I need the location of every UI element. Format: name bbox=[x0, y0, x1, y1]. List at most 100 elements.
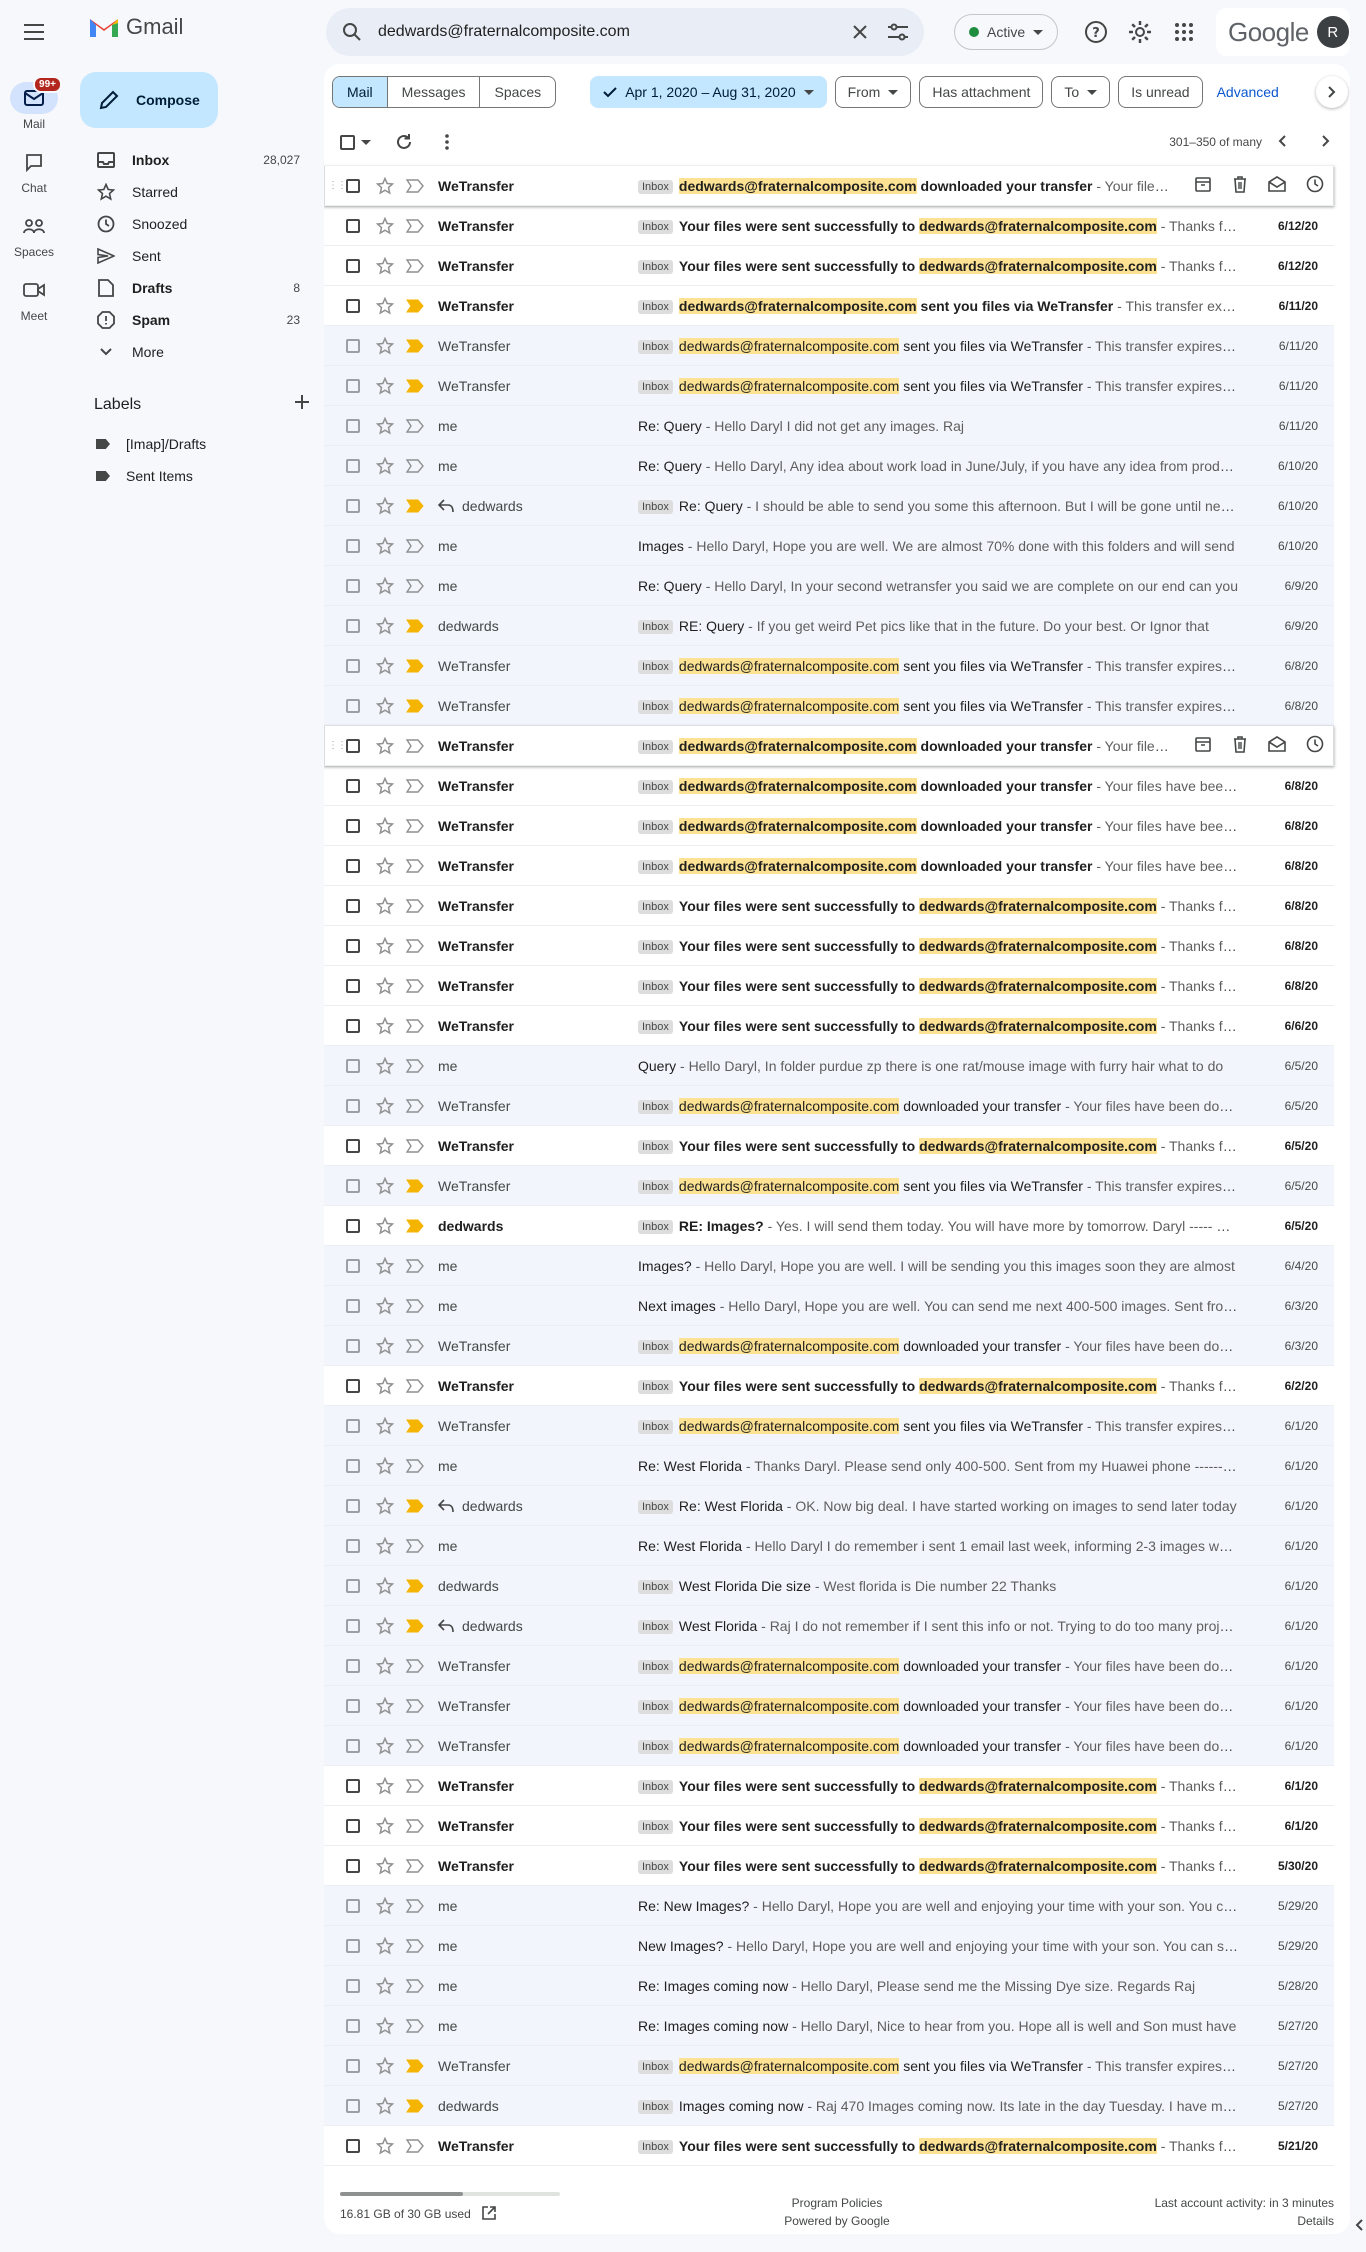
message-row[interactable]: ⋮⋮WeTransferInboxYour files were sent su… bbox=[324, 1006, 1334, 1046]
row-checkbox[interactable] bbox=[346, 1018, 360, 1033]
row-checkbox[interactable] bbox=[346, 1418, 360, 1433]
row-checkbox[interactable] bbox=[346, 1698, 360, 1713]
row-checkbox[interactable] bbox=[346, 1138, 360, 1153]
from-filter-chip[interactable]: From bbox=[834, 76, 912, 108]
search-input[interactable]: dedwards@fraternalcomposite.com bbox=[378, 23, 834, 41]
not-important-marker-icon[interactable] bbox=[406, 1338, 426, 1353]
rail-item-spaces[interactable]: Spaces bbox=[0, 210, 68, 259]
not-important-marker-icon[interactable] bbox=[406, 1978, 426, 1993]
avatar[interactable]: R bbox=[1316, 16, 1349, 48]
message-row[interactable]: ⋮⋮meQuery - Hello Daryl, In folder purdu… bbox=[324, 1046, 1334, 1086]
star-icon[interactable] bbox=[376, 1176, 396, 1195]
row-checkbox[interactable] bbox=[346, 818, 360, 833]
row-checkbox[interactable] bbox=[346, 778, 360, 793]
star-icon[interactable] bbox=[376, 1696, 396, 1715]
rail-item-meet[interactable]: Meet bbox=[0, 274, 68, 323]
not-important-marker-icon[interactable] bbox=[406, 1698, 426, 1713]
message-row[interactable]: ⋮⋮WeTransferInboxdedwards@fraternalcompo… bbox=[324, 2046, 1334, 2086]
message-row[interactable]: ⋮⋮meImages - Hello Daryl, Hope you are w… bbox=[324, 526, 1334, 566]
add-label-icon[interactable] bbox=[294, 394, 310, 415]
message-row[interactable]: ⋮⋮dedwardsInboxRE: Images? - Yes. I will… bbox=[324, 1206, 1334, 1246]
row-checkbox[interactable] bbox=[346, 2098, 360, 2113]
star-icon[interactable] bbox=[376, 1496, 396, 1515]
star-icon[interactable] bbox=[376, 1136, 396, 1155]
star-icon[interactable] bbox=[376, 696, 396, 715]
row-checkbox[interactable] bbox=[346, 1218, 360, 1233]
message-row[interactable]: ⋮⋮WeTransferInboxdedwards@fraternalcompo… bbox=[324, 846, 1334, 886]
mark-unread-icon[interactable] bbox=[1268, 176, 1286, 195]
message-row[interactable]: ⋮⋮WeTransferInboxdedwards@fraternalcompo… bbox=[324, 166, 1334, 206]
activity-details-link[interactable]: Details bbox=[1155, 2212, 1334, 2230]
date-range-chip[interactable]: Apr 1, 2020 – Aug 31, 2020 bbox=[590, 76, 827, 108]
not-important-marker-icon[interactable] bbox=[406, 2018, 426, 2033]
not-important-marker-icon[interactable] bbox=[406, 1858, 426, 1873]
nav-item-spam[interactable]: Spam 23 bbox=[80, 304, 310, 336]
important-marker-icon[interactable] bbox=[406, 339, 426, 353]
archive-icon[interactable] bbox=[1194, 735, 1212, 756]
star-icon[interactable] bbox=[376, 936, 396, 955]
row-checkbox[interactable] bbox=[346, 858, 360, 873]
not-important-marker-icon[interactable] bbox=[406, 218, 426, 233]
row-checkbox[interactable] bbox=[346, 1898, 360, 1913]
row-checkbox[interactable] bbox=[346, 978, 360, 993]
more-vert-icon[interactable] bbox=[445, 134, 449, 150]
message-row[interactable]: ⋮⋮dedwardsInboxRe: West Florida - OK. No… bbox=[324, 1486, 1334, 1526]
row-checkbox[interactable] bbox=[346, 298, 360, 313]
message-row[interactable]: ⋮⋮WeTransferInboxYour files were sent su… bbox=[324, 2126, 1334, 2166]
label-item-sent-items[interactable]: Sent Items bbox=[96, 460, 193, 492]
star-icon[interactable] bbox=[376, 2056, 396, 2075]
select-menu-chevron-icon[interactable] bbox=[361, 139, 371, 145]
message-row[interactable]: ⋮⋮WeTransferInboxdedwards@fraternalcompo… bbox=[324, 366, 1334, 406]
not-important-marker-icon[interactable] bbox=[406, 1378, 426, 1393]
message-row[interactable]: ⋮⋮WeTransferInboxYour files were sent su… bbox=[324, 926, 1334, 966]
star-icon[interactable] bbox=[376, 1336, 396, 1355]
row-checkbox[interactable] bbox=[346, 1658, 360, 1673]
message-row[interactable]: ⋮⋮dedwardsInboxRE: Query - If you get we… bbox=[324, 606, 1334, 646]
row-checkbox[interactable] bbox=[346, 658, 360, 673]
row-checkbox[interactable] bbox=[346, 1938, 360, 1953]
message-row[interactable]: ⋮⋮dedwardsInboxWest Florida Die size - W… bbox=[324, 1566, 1334, 1606]
row-checkbox[interactable] bbox=[346, 1378, 360, 1393]
message-row[interactable]: ⋮⋮meNext images - Hello Daryl, Hope you … bbox=[324, 1286, 1334, 1326]
star-icon[interactable] bbox=[376, 1056, 396, 1075]
message-row[interactable]: ⋮⋮meNew Images? - Hello Daryl, Hope you … bbox=[324, 1926, 1334, 1966]
row-checkbox[interactable] bbox=[346, 1258, 360, 1273]
star-icon[interactable] bbox=[376, 976, 396, 995]
star-icon[interactable] bbox=[376, 2096, 396, 2115]
label-item-imap-drafts[interactable]: [Imap]/Drafts bbox=[96, 428, 206, 460]
not-important-marker-icon[interactable] bbox=[406, 458, 426, 473]
message-row[interactable]: ⋮⋮WeTransferInboxYour files were sent su… bbox=[324, 1846, 1334, 1886]
not-important-marker-icon[interactable] bbox=[406, 1138, 426, 1153]
star-icon[interactable] bbox=[376, 1376, 396, 1395]
nav-item-sent[interactable]: Sent bbox=[80, 240, 310, 272]
message-row[interactable]: ⋮⋮WeTransferInboxdedwards@fraternalcompo… bbox=[324, 1646, 1334, 1686]
row-checkbox[interactable] bbox=[346, 578, 360, 593]
star-icon[interactable] bbox=[376, 1776, 396, 1795]
row-checkbox[interactable] bbox=[346, 1778, 360, 1793]
search-icon[interactable] bbox=[340, 20, 364, 44]
to-filter-chip[interactable]: To bbox=[1051, 76, 1111, 108]
rail-item-chat[interactable]: Chat bbox=[0, 146, 68, 195]
row-checkbox[interactable] bbox=[346, 218, 360, 233]
is-unread-chip[interactable]: Is unread bbox=[1118, 76, 1203, 108]
row-checkbox[interactable] bbox=[346, 2138, 360, 2153]
not-important-marker-icon[interactable] bbox=[406, 978, 426, 993]
row-checkbox[interactable] bbox=[346, 1618, 360, 1633]
not-important-marker-icon[interactable] bbox=[406, 938, 426, 953]
not-important-marker-icon[interactable] bbox=[406, 1258, 426, 1273]
select-all-checkbox[interactable] bbox=[340, 134, 355, 150]
important-marker-icon[interactable] bbox=[406, 379, 426, 393]
row-checkbox[interactable] bbox=[346, 1978, 360, 1993]
message-row[interactable]: ⋮⋮WeTransferInboxYour files were sent su… bbox=[324, 1766, 1334, 1806]
not-important-marker-icon[interactable] bbox=[406, 818, 426, 833]
row-checkbox[interactable] bbox=[346, 178, 360, 193]
not-important-marker-icon[interactable] bbox=[406, 898, 426, 913]
star-icon[interactable] bbox=[376, 856, 396, 875]
message-row[interactable]: ⋮⋮WeTransferInboxdedwards@fraternalcompo… bbox=[324, 806, 1334, 846]
important-marker-icon[interactable] bbox=[406, 699, 426, 713]
google-account-button[interactable]: Google R bbox=[1216, 8, 1350, 56]
not-important-marker-icon[interactable] bbox=[406, 1898, 426, 1913]
nav-item-inbox[interactable]: Inbox 28,027 bbox=[80, 144, 310, 176]
important-marker-icon[interactable] bbox=[406, 619, 426, 633]
message-row[interactable]: ⋮⋮dedwardsInboxImages coming now - Raj 4… bbox=[324, 2086, 1334, 2126]
